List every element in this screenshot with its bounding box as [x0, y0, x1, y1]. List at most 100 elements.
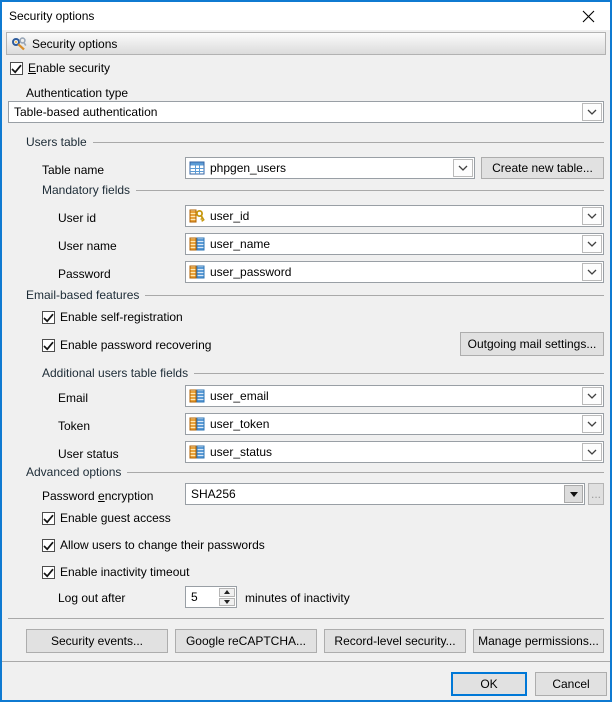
security-keys-icon [11, 36, 27, 52]
email-value: user_email [208, 389, 582, 403]
user-name-combobox[interactable]: user_name [185, 233, 604, 255]
column-icon [189, 264, 205, 280]
column-icon [189, 416, 205, 432]
ok-button[interactable]: OK [451, 672, 527, 696]
user-id-value: user_id [208, 209, 582, 223]
security-events-button[interactable]: Security events... [26, 629, 168, 653]
chevron-down-icon[interactable] [582, 415, 602, 433]
table-icon [189, 160, 205, 176]
enable-self-registration-checkbox[interactable]: Enable self-registration [42, 310, 183, 325]
close-button[interactable] [566, 2, 610, 30]
checkbox-checked-icon[interactable] [42, 311, 55, 324]
enable-password-recovering-checkbox[interactable]: Enable password recovering [42, 338, 211, 353]
security-options-dialog: Security options Security options Enable… [0, 0, 612, 702]
token-value: user_token [208, 417, 582, 431]
enable-inactivity-timeout-label: Enable inactivity timeout [60, 565, 189, 580]
record-level-security-button[interactable]: Record-level security... [324, 629, 466, 653]
table-name-label: Table name [42, 163, 104, 178]
minutes-of-inactivity-label: minutes of inactivity [245, 591, 350, 606]
dropdown-arrow-icon[interactable] [564, 485, 583, 503]
cancel-button[interactable]: Cancel [535, 672, 607, 696]
chevron-down-icon[interactable] [582, 103, 602, 121]
enable-security-checkbox[interactable]: Enable security [10, 61, 110, 76]
divider [8, 618, 604, 619]
user-status-label: User status [58, 447, 119, 462]
mandatory-fields-group-label: Mandatory fields [42, 183, 136, 197]
users-table-group-header: Users table [26, 135, 604, 149]
additional-fields-group-label: Additional users table fields [42, 366, 194, 380]
group-divider-line [93, 142, 604, 143]
user-name-label: User name [58, 239, 117, 254]
enable-guest-access-label: Enable guest access [60, 511, 171, 526]
group-divider-line [194, 373, 604, 374]
outgoing-mail-settings-button[interactable]: Outgoing mail settings... [460, 332, 604, 356]
footer-divider [2, 661, 610, 662]
password-encryption-more-button[interactable]: ... [588, 483, 604, 505]
logout-minutes-value[interactable]: 5 [186, 587, 219, 607]
additional-fields-group-header: Additional users table fields [42, 366, 604, 380]
chevron-down-icon[interactable] [453, 159, 473, 177]
chevron-down-icon[interactable] [582, 207, 602, 225]
create-new-table-button[interactable]: Create new table... [481, 157, 604, 179]
window-title: Security options [2, 9, 94, 23]
titlebar: Security options [2, 2, 610, 30]
dialog-banner: Security options [6, 32, 606, 55]
enable-guest-access-checkbox[interactable]: Enable guest access [42, 511, 171, 526]
checkbox-checked-icon[interactable] [10, 62, 23, 75]
password-encryption-combobox[interactable]: SHA256 [185, 483, 585, 505]
password-value: user_password [208, 265, 582, 279]
chevron-down-icon[interactable] [582, 387, 602, 405]
spinner-up-icon[interactable] [219, 588, 235, 597]
email-features-group-label: Email-based features [26, 288, 145, 302]
email-features-group-header: Email-based features [26, 288, 604, 302]
user-id-label: User id [58, 211, 96, 226]
authentication-type-label: Authentication type [26, 86, 128, 101]
logout-minutes-spinner[interactable]: 5 [185, 586, 237, 608]
token-label: Token [58, 419, 90, 434]
checkbox-checked-icon[interactable] [42, 339, 55, 352]
checkbox-checked-icon[interactable] [42, 539, 55, 552]
manage-permissions-button[interactable]: Manage permissions... [473, 629, 604, 653]
password-encryption-value: SHA256 [186, 487, 564, 501]
spinner-down-icon[interactable] [219, 598, 235, 607]
enable-password-recovering-label: Enable password recovering [60, 338, 211, 353]
enable-self-registration-label: Enable self-registration [60, 310, 183, 325]
token-combobox[interactable]: user_token [185, 413, 604, 435]
group-divider-line [136, 190, 604, 191]
chevron-down-icon[interactable] [582, 443, 602, 461]
group-divider-line [145, 295, 604, 296]
advanced-options-group-header: Advanced options [26, 465, 604, 479]
mandatory-fields-group-header: Mandatory fields [42, 183, 604, 197]
checkbox-checked-icon[interactable] [42, 512, 55, 525]
email-label: Email [58, 391, 88, 406]
user-id-combobox[interactable]: user_id [185, 205, 604, 227]
column-icon [189, 444, 205, 460]
table-name-combobox[interactable]: phpgen_users [185, 157, 475, 179]
password-encryption-label: Password encryption [42, 489, 153, 504]
google-recaptcha-button[interactable]: Google reCAPTCHA... [175, 629, 317, 653]
email-combobox[interactable]: user_email [185, 385, 604, 407]
table-name-value: phpgen_users [208, 161, 453, 175]
chevron-down-icon[interactable] [582, 263, 602, 281]
password-combobox[interactable]: user_password [185, 261, 604, 283]
checkbox-checked-icon[interactable] [42, 566, 55, 579]
group-divider-line [127, 472, 604, 473]
user-name-value: user_name [208, 237, 582, 251]
password-label: Password [58, 267, 111, 282]
banner-title: Security options [32, 37, 117, 51]
column-icon [189, 388, 205, 404]
advanced-options-group-label: Advanced options [26, 465, 127, 479]
log-out-after-label: Log out after [58, 591, 125, 606]
chevron-down-icon[interactable] [582, 235, 602, 253]
close-icon [582, 10, 595, 23]
column-icon [189, 236, 205, 252]
authentication-type-value: Table-based authentication [9, 105, 582, 119]
enable-inactivity-timeout-checkbox[interactable]: Enable inactivity timeout [42, 565, 189, 580]
users-table-group-label: Users table [26, 135, 93, 149]
allow-change-passwords-label: Allow users to change their passwords [60, 538, 265, 553]
authentication-type-combobox[interactable]: Table-based authentication [8, 101, 604, 123]
user-status-combobox[interactable]: user_status [185, 441, 604, 463]
key-column-icon [189, 208, 205, 224]
allow-change-passwords-checkbox[interactable]: Allow users to change their passwords [42, 538, 265, 553]
enable-security-label: Enable security [28, 61, 110, 76]
